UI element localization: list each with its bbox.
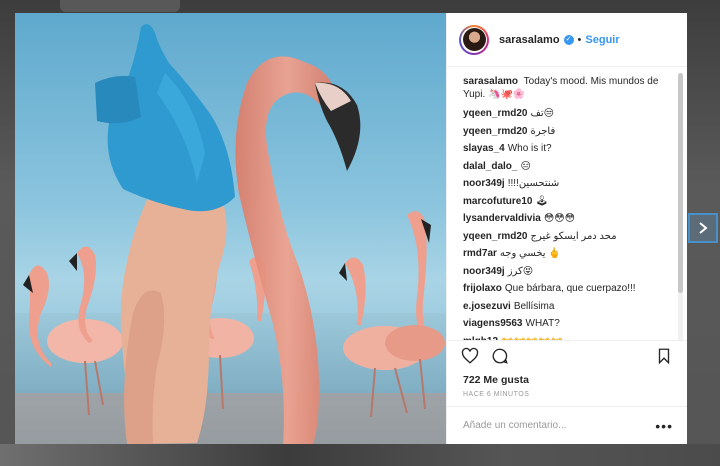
post-sidebar: sarasalamo ✓ • Seguir sarasalamo Today's… bbox=[446, 13, 687, 444]
comment-text: 😳😳😳 bbox=[543, 213, 576, 224]
comment-text: 😑 bbox=[520, 160, 531, 172]
comment-username[interactable]: frijolaxo bbox=[463, 283, 502, 294]
comment-username[interactable]: rmd7ar bbox=[463, 248, 497, 259]
comment-item: frijolaxo Que bárbara, que cuerpazo!!! bbox=[463, 282, 669, 295]
comment-item: yqeen_rmd20 فاجرة bbox=[463, 125, 669, 138]
post-header: sarasalamo ✓ • Seguir bbox=[447, 13, 687, 67]
comment-item: lysandervaldivia 😳😳😳 bbox=[463, 212, 669, 225]
comment-item: yqeen_rmd20 محد دمر ايسكو غيرج bbox=[463, 230, 669, 243]
comment-username[interactable]: yqeen_rmd20 bbox=[463, 108, 527, 119]
flamingo-photo-image bbox=[15, 13, 446, 444]
follow-button[interactable]: Seguir bbox=[585, 34, 619, 46]
comment-text: Que bárbara, que cuerpazo!!! bbox=[504, 283, 636, 294]
comment-scrollbar[interactable] bbox=[678, 73, 683, 340]
post-timestamp: HACE 6 MINUTOS bbox=[463, 391, 530, 398]
comment-item: mlgh12👐👐👐👐👐 bbox=[463, 335, 669, 341]
comment-item: rmd7ar يخسي وجه 🖕 bbox=[463, 247, 669, 260]
background-thumbnail-row bbox=[0, 444, 720, 466]
post-actions bbox=[447, 340, 687, 370]
comment-list[interactable]: sarasalamo Today's mood. Mis mundos de Y… bbox=[447, 67, 687, 340]
comment-text: كرز😝 bbox=[507, 265, 534, 277]
next-post-button[interactable] bbox=[688, 213, 718, 243]
comment-item: yqeen_rmd20 تف😒 bbox=[463, 107, 669, 120]
comment-text: 🕹 bbox=[535, 195, 549, 207]
comment-item: marcofuture10 🕹 bbox=[463, 195, 669, 208]
chevron-right-icon bbox=[699, 222, 708, 234]
comment-icon[interactable] bbox=[491, 347, 509, 365]
likes-count[interactable]: 722 Me gusta bbox=[447, 370, 687, 386]
avatar[interactable] bbox=[459, 24, 489, 55]
more-options-button[interactable]: ••• bbox=[655, 418, 673, 434]
comment-username[interactable]: dalal_dalo_ bbox=[463, 161, 517, 172]
verified-badge-icon: ✓ bbox=[563, 34, 574, 45]
comment-text: فاجرة bbox=[530, 125, 556, 137]
comment-text: يخسي وجه 🖕 bbox=[499, 248, 561, 259]
background-thumbnail-top bbox=[60, 0, 180, 12]
post-modal: sarasalamo ✓ • Seguir sarasalamo Today's… bbox=[15, 13, 687, 444]
comment-username[interactable]: mlgh12 bbox=[463, 336, 498, 341]
avatar-photo bbox=[462, 28, 486, 51]
heart-icon[interactable] bbox=[461, 347, 479, 365]
comment-item: noor349j كرز😝 bbox=[463, 265, 669, 278]
bookmark-icon[interactable] bbox=[655, 347, 673, 365]
comment-username[interactable]: e.josezuvi bbox=[463, 301, 511, 312]
comment-text: تف😒 bbox=[530, 108, 555, 119]
comment-username[interactable]: marcofuture10 bbox=[463, 196, 532, 207]
comment-text: Bellísima bbox=[513, 300, 555, 312]
comment-item: slayas_4 Who is it? bbox=[463, 142, 669, 155]
comment-input[interactable] bbox=[461, 419, 656, 432]
comment-username[interactable]: noor349j bbox=[463, 266, 505, 277]
comment-text: Who is it? bbox=[507, 143, 552, 154]
comment-item: viagens9563 WHAT? bbox=[463, 317, 669, 330]
comment-item: dalal_dalo_ 😑 bbox=[463, 160, 669, 173]
comment-username[interactable]: yqeen_rmd20 bbox=[463, 231, 527, 242]
comment-username[interactable]: slayas_4 bbox=[463, 143, 505, 154]
caption-username[interactable]: sarasalamo bbox=[463, 76, 518, 87]
comment-item: noor349j !!!!شنتحسين bbox=[463, 177, 669, 190]
comment-text: WHAT? bbox=[525, 318, 560, 329]
comment-username[interactable]: viagens9563 bbox=[463, 318, 523, 329]
comment-username[interactable]: noor349j bbox=[463, 178, 505, 189]
post-caption: sarasalamo Today's mood. Mis mundos de Y… bbox=[463, 75, 669, 101]
comment-username[interactable]: yqeen_rmd20 bbox=[463, 126, 527, 137]
post-photo[interactable] bbox=[15, 13, 446, 444]
comment-item: e.josezuvi Bellísima bbox=[463, 300, 669, 313]
comment-text: !!!!شنتحسين bbox=[507, 178, 560, 189]
post-username[interactable]: sarasalamo bbox=[499, 34, 560, 46]
add-comment-bar: ••• bbox=[447, 406, 687, 444]
comment-text: محد دمر ايسكو غيرج bbox=[530, 230, 617, 242]
comment-text: 👐👐👐👐👐 bbox=[501, 336, 563, 341]
comment-username[interactable]: lysandervaldivia bbox=[463, 213, 541, 224]
header-separator: • bbox=[577, 33, 582, 46]
comment-scrollbar-thumb[interactable] bbox=[678, 73, 683, 293]
